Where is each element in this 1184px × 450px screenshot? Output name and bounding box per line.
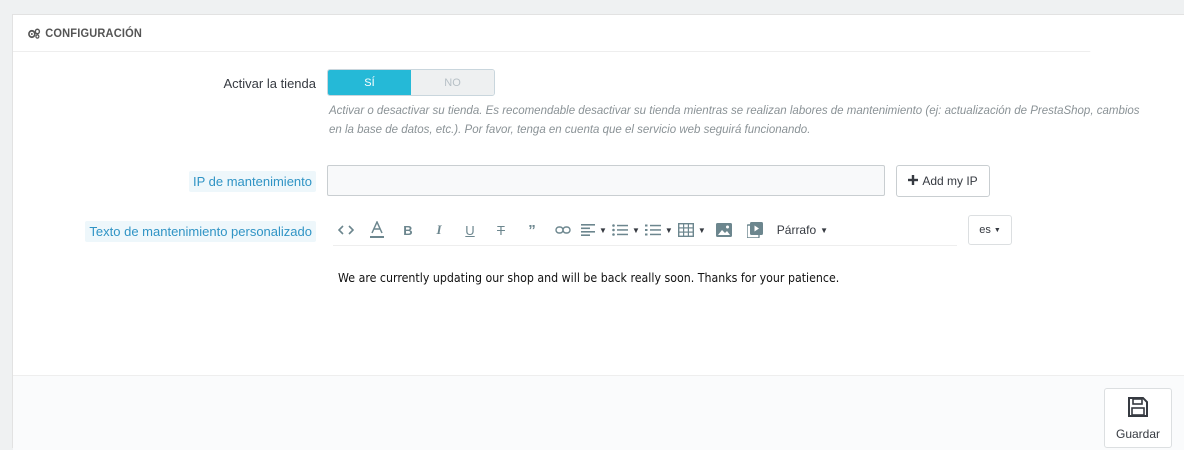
add-my-ip-button[interactable]: Add my IP: [896, 165, 990, 197]
language-selector[interactable]: es ▼: [968, 215, 1012, 245]
panel-title: CONFIGURACIÓN: [45, 26, 143, 40]
strikethrough-icon[interactable]: T: [488, 217, 514, 243]
media-icon[interactable]: [742, 217, 768, 243]
save-label: Guardar: [1115, 426, 1161, 441]
link-icon[interactable]: [550, 217, 576, 243]
italic-icon[interactable]: I: [426, 217, 452, 243]
language-code: es: [979, 224, 991, 236]
shop-toggle-label: Activar la tienda: [223, 76, 317, 91]
plus-icon: [908, 174, 919, 188]
shop-status-switch[interactable]: SÍ NO: [327, 69, 495, 96]
chevron-down-icon: ▼: [820, 225, 829, 235]
chevron-down-icon: ▼: [993, 226, 1001, 234]
floppy-disk-icon: [1127, 396, 1149, 421]
underline-icon[interactable]: U: [457, 217, 483, 243]
add-my-ip-label: Add my IP: [922, 174, 978, 188]
maintenance-text-label[interactable]: Texto de mantenimiento personalizado: [85, 221, 316, 242]
switch-on-option[interactable]: SÍ: [328, 70, 411, 95]
shop-toggle-help: Activar o desactivar su tienda. Es recom…: [329, 105, 1140, 136]
paragraph-format-label: Párrafo: [776, 223, 817, 237]
bullet-list-icon[interactable]: ▼: [612, 217, 640, 243]
align-dropdown-icon[interactable]: ▼: [581, 217, 607, 243]
table-icon[interactable]: ▼: [677, 217, 706, 243]
maintenance-text-editor[interactable]: We are currently updating our shop and w…: [338, 271, 908, 285]
source-code-icon[interactable]: [333, 217, 359, 243]
image-icon[interactable]: [711, 217, 737, 243]
numbered-list-icon[interactable]: ▼: [644, 217, 673, 243]
blockquote-icon[interactable]: ”: [519, 217, 545, 243]
maintenance-ip-label[interactable]: IP de mantenimiento: [189, 171, 316, 192]
panel-heading: CONFIGURACIÓN: [13, 15, 1091, 52]
switch-off-option[interactable]: NO: [411, 70, 494, 95]
gears-icon: [28, 28, 41, 39]
panel-footer: Guardar: [13, 375, 1184, 450]
text-color-icon[interactable]: [364, 217, 390, 243]
save-button[interactable]: Guardar: [1104, 388, 1172, 448]
paragraph-format-dropdown[interactable]: Párrafo ▼: [777, 217, 828, 243]
configuration-panel: CONFIGURACIÓN Activar la tienda SÍ NO Ac…: [12, 14, 1184, 450]
bold-icon[interactable]: B: [395, 217, 421, 243]
maintenance-ip-input[interactable]: [327, 165, 885, 196]
editor-toolbar: B I U T ” ▼ ▼ ▼ ▼ Párrafo ▼: [333, 215, 957, 246]
